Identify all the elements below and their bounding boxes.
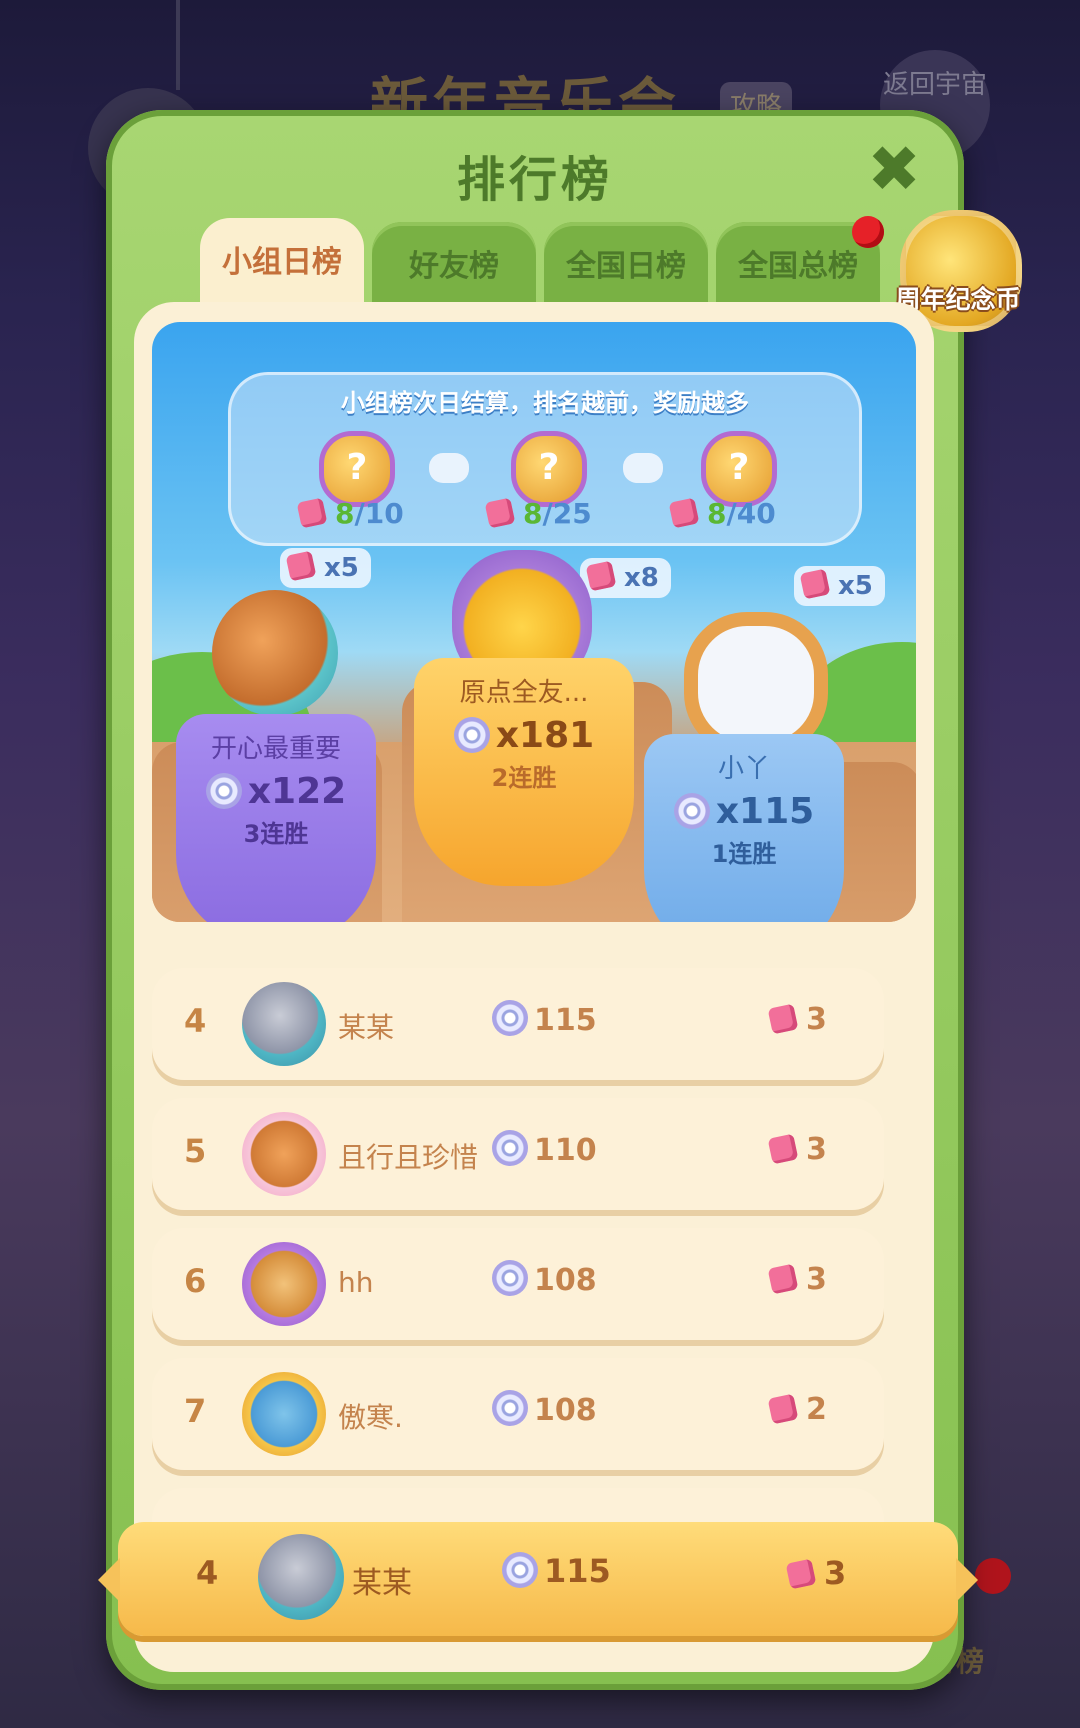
leaderboard-content: 小组榜次日结算，排名越前，奖励越多 ? ? ? 8/10 8/25 8/40 x… <box>134 302 934 1672</box>
player-score: 108 <box>492 1260 597 1298</box>
table-row[interactable]: 4 某某 115 3 <box>152 968 884 1080</box>
player-name: 傲寒. <box>338 1401 403 1434</box>
player-tickets: 3 <box>767 1002 827 1037</box>
podium-third: 小丫 x115 1连胜 <box>644 734 844 922</box>
player-tickets: 2 <box>767 1392 827 1427</box>
ticket-icon <box>767 1393 799 1425</box>
ticket-icon <box>285 550 317 582</box>
ticket-icon <box>767 1003 799 1035</box>
player-tickets: 3 <box>785 1554 846 1592</box>
player-name: 且行且珍惜 <box>338 1141 479 1174</box>
reward-box-icon[interactable]: ? <box>319 431 395 507</box>
player-name: 某某 <box>338 1011 395 1044</box>
reward-progress-2: 8/25 <box>484 497 592 530</box>
avatar[interactable] <box>242 1372 326 1456</box>
tab-friends[interactable]: 好友榜 <box>372 222 536 312</box>
disc-icon <box>673 793 710 829</box>
avatar[interactable] <box>258 1534 344 1620</box>
podium-reward-bubble: x5 <box>794 566 885 606</box>
disc-icon <box>492 1390 528 1426</box>
reward-progress-1: 8/10 <box>296 497 404 530</box>
player-name: hh <box>338 1266 374 1299</box>
win-streak: 3连胜 <box>243 820 309 848</box>
disc-icon <box>492 1260 528 1296</box>
table-row[interactable]: 7 傲寒. 108 2 <box>152 1358 884 1470</box>
disc-icon <box>492 1000 528 1036</box>
arrow-right-icon <box>429 453 469 483</box>
avatar[interactable] <box>242 1112 326 1196</box>
rank-number: 5 <box>184 1132 207 1170</box>
podium-second: 开心最重要 x122 3连胜 <box>176 714 376 922</box>
table-row[interactable]: 5 且行且珍惜 110 3 <box>152 1098 884 1210</box>
ticket-icon <box>767 1133 799 1165</box>
rank-number: 7 <box>184 1392 207 1430</box>
arrow-right-icon <box>623 453 663 483</box>
podium-first: 原点全友... x181 2连胜 <box>414 658 634 886</box>
reward-box-icon[interactable]: ? <box>701 431 777 507</box>
disc-icon <box>453 717 490 753</box>
ticket-icon <box>484 497 516 529</box>
player-score: x181 <box>414 715 634 756</box>
background-notification-dot <box>975 1558 1011 1594</box>
tab-national-daily[interactable]: 全国日榜 <box>544 222 708 312</box>
notification-dot <box>852 216 884 248</box>
disc-icon <box>205 773 242 809</box>
rank-number: 4 <box>196 1554 219 1592</box>
podium-reward-bubble: x5 <box>280 548 371 588</box>
player-score: 110 <box>492 1130 597 1168</box>
disc-icon <box>502 1552 538 1588</box>
podium-scene: 小组榜次日结算，排名越前，奖励越多 ? ? ? 8/10 8/25 8/40 x… <box>152 322 916 922</box>
reward-info-text: 小组榜次日结算，排名越前，奖励越多 <box>341 389 749 417</box>
disc-icon <box>492 1130 528 1166</box>
player-name: 原点全友... <box>459 678 589 708</box>
player-score: x122 <box>176 771 376 812</box>
player-score: 108 <box>492 1390 597 1428</box>
player-name: 开心最重要 <box>210 734 341 764</box>
rank-number: 6 <box>184 1262 207 1300</box>
ticket-icon <box>785 1558 817 1590</box>
reward-progress-3: 8/40 <box>668 497 776 530</box>
player-tickets: 3 <box>767 1132 827 1167</box>
rank-number: 4 <box>184 1002 207 1040</box>
ticket-icon <box>668 497 700 529</box>
reward-box-icon[interactable]: ? <box>511 431 587 507</box>
player-name: 小丫 <box>717 754 770 784</box>
ticket-icon <box>585 560 617 592</box>
player-tickets: 3 <box>767 1262 827 1297</box>
avatar[interactable] <box>212 590 338 716</box>
player-score: 115 <box>502 1552 611 1590</box>
background-lantern-string <box>176 0 180 90</box>
table-row[interactable]: 6 hh 108 3 <box>152 1228 884 1340</box>
player-name: 某某 <box>352 1566 412 1601</box>
ticket-icon <box>296 497 328 529</box>
win-streak: 1连胜 <box>711 840 777 868</box>
avatar[interactable] <box>242 1242 326 1326</box>
player-score: 115 <box>492 1000 597 1038</box>
reward-info-bar: 小组榜次日结算，排名越前，奖励越多 ? ? ? 8/10 8/25 8/40 <box>228 372 862 546</box>
win-streak: 2连胜 <box>491 764 557 792</box>
ticket-icon <box>767 1263 799 1295</box>
my-rank-row[interactable]: 4 某某 115 3 <box>98 1522 978 1636</box>
close-icon[interactable]: ✖ <box>864 138 924 202</box>
podium-reward-bubble: x8 <box>580 558 671 598</box>
player-score: x115 <box>644 791 844 832</box>
ticket-icon <box>799 568 831 600</box>
panel-title: 排行榜 <box>456 152 613 208</box>
avatar[interactable] <box>242 982 326 1066</box>
